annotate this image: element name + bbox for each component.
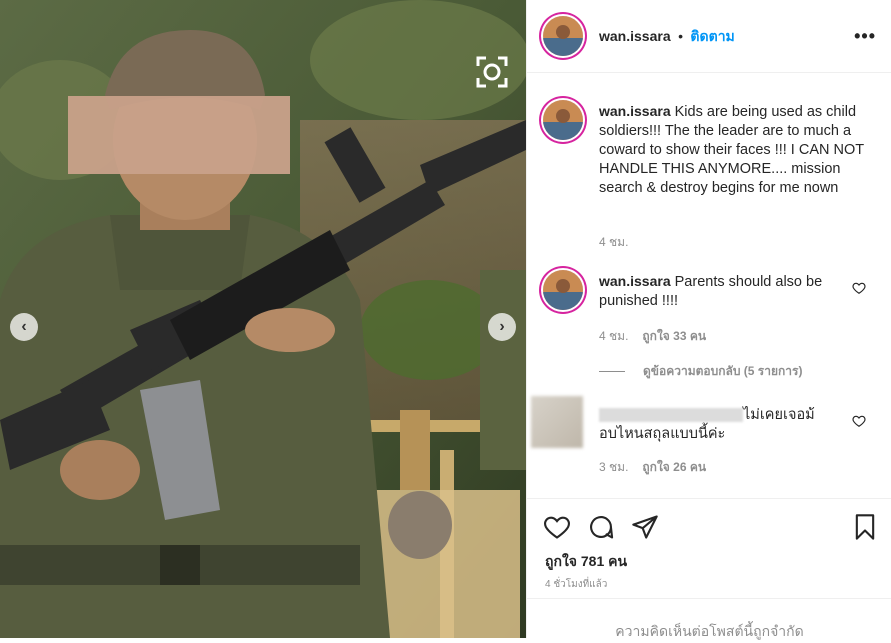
comment-text-block: wan.issara Parents should also be punish…: [599, 272, 849, 311]
blurred-username[interactable]: [599, 408, 743, 423]
more-icon[interactable]: •••: [854, 26, 876, 47]
share-icon[interactable]: [631, 513, 659, 541]
comment-time[interactable]: 3 ชม.: [599, 460, 628, 474]
comment-meta: 3 ชม. ถูกใจ 26 คน: [599, 458, 706, 477]
chevron-right-icon[interactable]: ›: [488, 313, 516, 341]
view-replies-label: ดูข้อความตอบกลับ (5 รายการ): [643, 364, 803, 378]
next-label: ›: [499, 318, 505, 335]
comment-meta: 4 ชม. ถูกใจ 33 คน: [599, 327, 706, 346]
post-likes[interactable]: ถูกใจ 781 คน: [545, 551, 627, 573]
caption-text-block: wan.issara Kids are being used as child …: [599, 102, 875, 198]
comment-time[interactable]: 4 ชม.: [599, 329, 628, 343]
post-photo: [0, 0, 526, 638]
comment-username[interactable]: wan.issara: [599, 273, 671, 289]
comment-text-block: ไม่เคยเจอม้อบไหนสถุลแบบนี้ค่ะ: [599, 406, 829, 444]
post-sidebar: wan.issara • ติดตาม ••• wan.issara Kids …: [526, 0, 891, 639]
comment-likes[interactable]: ถูกใจ 33 คน: [642, 329, 706, 343]
follow-button[interactable]: ติดตาม: [690, 28, 734, 44]
bookmark-icon[interactable]: [851, 513, 879, 541]
avatar[interactable]: [543, 16, 583, 56]
post-actions: ถูกใจ 781 คน 4 ชั่วโมงที่แล้ว: [527, 498, 891, 599]
avatar[interactable]: [543, 270, 583, 310]
post-header: wan.issara • ติดตาม •••: [527, 0, 891, 73]
prev-label: ‹: [21, 318, 27, 335]
header-username[interactable]: wan.issara: [599, 28, 671, 44]
caption-username[interactable]: wan.issara: [599, 103, 671, 119]
view-replies-button[interactable]: ดูข้อความตอบกลับ (5 รายการ): [599, 362, 802, 381]
comment-icon[interactable]: [587, 513, 615, 541]
comments-limited-notice: ความคิดเห็นต่อโพสต์นี้ถูกจำกัด: [615, 623, 804, 639]
heart-icon[interactable]: [852, 281, 866, 295]
header-separator: •: [678, 28, 683, 44]
post-image[interactable]: ‹ ›: [0, 0, 526, 638]
comments-footer: ความคิดเห็นต่อโพสต์นี้ถูกจำกัด: [527, 598, 891, 639]
post-time[interactable]: 4 ชั่วโมงที่แล้ว: [545, 577, 607, 592]
caption-time[interactable]: 4 ชม.: [599, 233, 628, 252]
chevron-left-icon[interactable]: ‹: [10, 313, 38, 341]
heart-icon[interactable]: [543, 513, 571, 541]
heart-icon[interactable]: [852, 414, 866, 428]
replies-divider: [599, 371, 625, 372]
avatar[interactable]: [531, 396, 583, 448]
scan-icon[interactable]: [472, 52, 512, 92]
comment-likes[interactable]: ถูกใจ 26 คน: [642, 460, 706, 474]
avatar[interactable]: [543, 100, 583, 140]
